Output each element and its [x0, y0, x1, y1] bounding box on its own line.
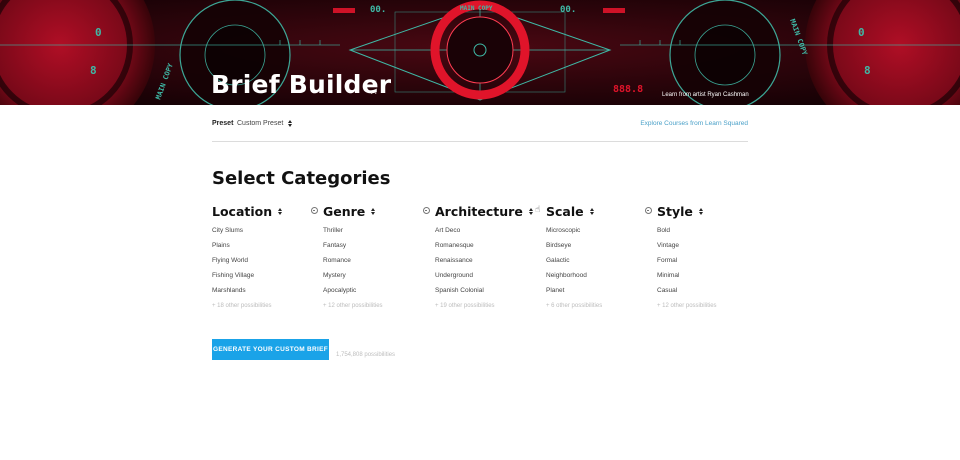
more-possibilities: + 19 other possibilities — [435, 303, 495, 309]
category-name[interactable]: Style — [657, 204, 693, 219]
more-possibilities: + 12 other possibilities — [323, 303, 383, 309]
category-name[interactable]: Location — [212, 204, 272, 219]
category-item[interactable]: Vintage — [657, 241, 762, 256]
category-items: Bold Vintage Formal Minimal Casual + 12 … — [657, 226, 762, 311]
category-name[interactable]: Genre — [323, 204, 365, 219]
category-item[interactable]: Thriller — [323, 226, 428, 241]
category-architecture: Architecture Art Deco Romanesque Renaiss… — [423, 202, 540, 311]
category-genre: Genre Thriller Fantasy Romance Mystery A… — [311, 202, 428, 311]
banner-hud-text: 0 — [858, 26, 865, 39]
category-item[interactable]: Bold — [657, 226, 762, 241]
more-possibilities: + 6 other possibilities — [546, 303, 603, 309]
more-possibilities: + 12 other possibilities — [657, 303, 717, 309]
sort-arrows-icon[interactable] — [528, 207, 534, 215]
category-item[interactable]: Romance — [323, 256, 428, 271]
artist-credit: Learn from artist Ryan Cashman — [662, 92, 749, 98]
page-title: Brief Builder — [211, 70, 392, 99]
category-items: City Slums Plains Flying World Fishing V… — [212, 226, 317, 311]
category-item[interactable]: Renaissance — [435, 256, 540, 271]
category-item[interactable]: Marshlands — [212, 286, 317, 301]
category-scale: ☝ Scale Microscopic Birdseye Galactic Ne… — [535, 202, 651, 311]
category-item[interactable]: City Slums — [212, 226, 317, 241]
category-location: Location City Slums Plains Flying World … — [212, 202, 317, 311]
category-item[interactable]: Flying World — [212, 256, 317, 271]
category-name[interactable]: Scale — [546, 204, 584, 219]
category-item[interactable]: Plains — [212, 241, 317, 256]
preset-row: Preset Custom Preset Explore Courses fro… — [212, 120, 748, 132]
category-item[interactable]: Romanesque — [435, 241, 540, 256]
divider — [212, 141, 748, 142]
category-items: Microscopic Birdseye Galactic Neighborho… — [546, 226, 651, 311]
banner-hud-text: 0 — [95, 26, 102, 39]
possibilities-count: 1,754,808 possibilities — [336, 352, 396, 358]
category-items: Art Deco Romanesque Renaissance Undergro… — [435, 226, 540, 311]
banner-hud-text: 8 — [90, 64, 97, 77]
banner-hud-text: 8 — [864, 64, 871, 77]
category-item[interactable]: Fantasy — [323, 241, 428, 256]
more-possibilities: + 18 other possibilities — [212, 303, 272, 309]
sort-arrows-icon[interactable] — [277, 207, 283, 215]
hero-banner: MAIN COPY 00. 00. 0 8 0 8 888.8 MAIN COP… — [0, 0, 960, 105]
category-item[interactable]: Mystery — [323, 271, 428, 286]
category-item[interactable]: Planet — [546, 286, 651, 301]
preset-value: Custom Preset — [237, 120, 284, 127]
hand-pointer-icon[interactable]: ☝ — [535, 205, 540, 214]
banner-hud-text: 00. — [370, 5, 386, 15]
category-item[interactable]: Minimal — [657, 271, 762, 286]
banner-artwork: MAIN COPY 00. 00. 0 8 0 8 888.8 MAIN COP… — [0, 0, 960, 105]
banner-hud-text: 00. — [560, 5, 576, 15]
lock-toggle-icon[interactable] — [423, 207, 430, 214]
explore-courses-link[interactable]: Explore Courses from Learn Squared — [640, 120, 748, 127]
category-item[interactable]: Spanish Colonial — [435, 286, 540, 301]
category-items: Thriller Fantasy Romance Mystery Apocaly… — [323, 226, 428, 311]
category-item[interactable]: Neighborhood — [546, 271, 651, 286]
category-style: Style Bold Vintage Formal Minimal Casual… — [645, 202, 762, 311]
lock-toggle-icon[interactable] — [645, 207, 652, 214]
category-item[interactable]: Casual — [657, 286, 762, 301]
category-name[interactable]: Architecture — [435, 204, 523, 219]
category-item[interactable]: Formal — [657, 256, 762, 271]
title-dots: .. — [370, 86, 379, 97]
category-item[interactable]: Art Deco — [435, 226, 540, 241]
category-item[interactable]: Microscopic — [546, 226, 651, 241]
section-title: Select Categories — [212, 168, 391, 189]
banner-hud-text: 888.8 — [613, 84, 643, 95]
category-item[interactable]: Apocalyptic — [323, 286, 428, 301]
category-item[interactable]: Birdseye — [546, 241, 651, 256]
generate-brief-button[interactable]: GENERATE YOUR CUSTOM BRIEF — [212, 339, 329, 360]
lock-toggle-icon[interactable] — [311, 207, 318, 214]
category-item[interactable]: Galactic — [546, 256, 651, 271]
category-item[interactable]: Underground — [435, 271, 540, 286]
sort-arrows-icon[interactable] — [370, 207, 376, 215]
preset-label: Preset — [212, 120, 234, 127]
sort-arrows-icon[interactable] — [698, 207, 704, 215]
preset-select[interactable]: Custom Preset — [237, 120, 293, 127]
sort-arrows-icon[interactable] — [589, 207, 595, 215]
category-item[interactable]: Fishing Village — [212, 271, 317, 286]
banner-hud-text: MAIN COPY — [460, 5, 493, 12]
sort-arrows-icon — [287, 120, 293, 127]
